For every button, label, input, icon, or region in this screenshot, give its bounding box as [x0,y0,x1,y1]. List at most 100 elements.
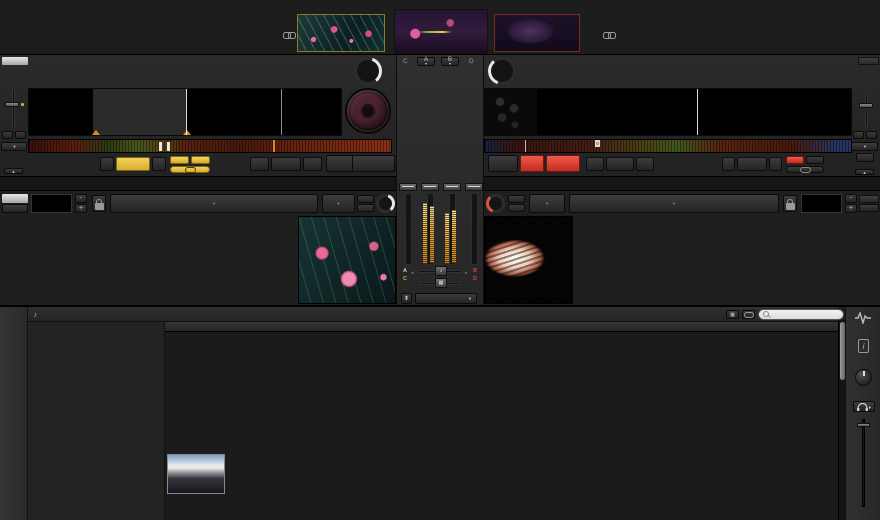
browser-title-bar: ♪ ▦ [28,307,838,322]
channel-a-fader-handle[interactable] [421,183,439,191]
deck-a-beat-skip-size[interactable] [271,157,301,171]
channel-b-fader-handle[interactable] [443,183,461,191]
sample-c-lock-button[interactable] [92,195,106,212]
sample-d-start-button[interactable] [508,195,525,203]
sample-d-slot-grid [574,216,880,304]
preview-volume-track[interactable] [862,419,865,507]
channel-d-fader-handle[interactable] [465,183,483,191]
deck-a-zoom-level-dropdown[interactable]: ▼ [1,142,27,151]
deck-a-overview-stripe[interactable] [28,139,392,153]
blend-settings-icon[interactable]: ⬍ [401,293,412,304]
deck-b-beat-skip-back-button[interactable] [586,157,604,171]
deck-b-pitch-slider-track[interactable] [865,93,868,127]
sample-d-master-button[interactable] [859,195,879,203]
deck-b-letter [488,57,516,85]
deck-b-overview-stripe[interactable]: 0 [484,139,852,153]
xfade-arrow-right: ▸ [465,270,468,276]
sample-c-deck-circle[interactable] [376,194,395,213]
sample-d-bank-dropdown[interactable]: ▼ [569,194,779,213]
headphone-cue-button[interactable] [853,401,875,412]
deck-a-album-art[interactable] [345,88,391,134]
deck-a-lock-tone-button[interactable]: ▲ [4,168,23,174]
channel-c-fader-handle[interactable] [399,183,417,191]
deck-a-loop-bigger-button[interactable] [152,157,166,171]
browser: ♪ ▦ i [0,305,880,520]
deck-b-loop-smaller-button[interactable] [722,157,735,171]
channel-a-vu-meter [423,203,427,263]
deck-a-zoom-out-button[interactable] [2,131,13,139]
deck-b-zoom-out-button[interactable] [853,131,864,139]
deck-b-view-mode[interactable] [856,153,874,162]
info-icon[interactable]: i [858,339,869,353]
preview-volume-handle[interactable] [857,423,870,427]
deck-b-play-button[interactable] [520,155,544,172]
deck-b-loop-out-button[interactable] [806,156,824,164]
crossfader-video-handle[interactable]: ▦ [435,278,447,288]
deck-b-pitch-slider-handle[interactable] [859,103,873,108]
sample-c-bank-dropdown[interactable]: ▼ [110,194,318,213]
sample-d-lock-button[interactable] [783,195,797,212]
sample-c-bpm-minus[interactable]: - [75,194,87,203]
video-thumbnail-deck-b[interactable] [494,14,580,52]
sample-d-deck-circle[interactable] [486,194,505,213]
sample-c-start-button[interactable] [357,195,374,203]
video-thumbnail-deck-a[interactable] [297,14,385,52]
deck-a-loop-out-button[interactable] [191,156,210,164]
sample-d-bpm-plus[interactable]: + [845,204,857,213]
deck-b-beat-skip-size[interactable] [606,157,634,171]
deck-a-pitch-slider-handle[interactable] [5,102,19,107]
browser-scrollbar[interactable] [838,320,845,520]
analyze-icon[interactable] [855,312,871,324]
deck-b-cue-button[interactable] [488,155,518,172]
deck-b-cue-row [484,176,880,190]
stripe-marker [159,142,162,151]
deck-a-beat-skip-fwd-button[interactable] [303,157,322,171]
deck-b-autoloop-display[interactable] [737,157,767,171]
channel-d-fader-track[interactable] [471,193,478,265]
search-input[interactable] [758,309,844,320]
channel-c-fader-track[interactable] [405,193,412,265]
sample-d-bpm-minus[interactable]: - [845,194,857,203]
sample-c-master-button[interactable] [2,194,28,203]
deck-a-beat-skip-back-button[interactable] [250,157,269,171]
preview-knob[interactable] [855,369,872,386]
deck-a-autoloop-display[interactable] [116,157,150,171]
deck-a-loop-active-button[interactable] [170,166,210,173]
deck-a-pitch-slider-track[interactable] [12,90,15,128]
sample-c-bpm-display[interactable] [31,194,72,213]
xfade-a-label: A [403,268,407,274]
deck-b-zoom-in-button[interactable] [866,131,877,139]
sample-c-stop-button[interactable] [357,204,374,212]
chevron-down-icon: ▼ [212,201,216,206]
deck-b-jog[interactable] [488,57,516,85]
video-thumbnail-output[interactable] [394,9,488,54]
deck-a-jog[interactable] [354,57,382,85]
browser-loop-filter-button[interactable] [742,310,755,319]
deck-b-lock-tone-button[interactable]: ▲ [855,169,874,175]
deck-b-zoom-level-dropdown[interactable]: ▼ [851,142,878,151]
crossfader-audio-handle[interactable]: ♪ [435,266,447,276]
sample-c-bpm-plus[interactable]: + [75,204,87,213]
deck-a-loop-smaller-button[interactable] [100,157,114,171]
deck-b-loop-in-button[interactable] [786,156,804,164]
deck-b-waveform[interactable] [536,88,852,136]
deck-a-loop-in-button[interactable] [170,156,189,164]
sample-d-stop-button[interactable] [508,204,525,212]
deck-a-zoom-in-button[interactable] [15,131,26,139]
track-table [165,322,838,520]
deck-b-sync-button[interactable] [546,155,580,172]
sample-c-layout-dropdown[interactable]: ▼ [322,194,355,213]
browser-view-toggle-button[interactable]: ▦ [726,310,739,319]
sample-d-letter [486,194,505,213]
deck-b-loop-active-button[interactable] [786,166,824,173]
deck-b-beat-skip-fwd-button[interactable] [636,157,654,171]
video-blend-mode-dropdown[interactable]: ▼ [415,293,477,304]
sample-d-bpm-display[interactable] [801,194,842,213]
sample-d-sync-button[interactable] [859,204,879,212]
deck-b-loop-bigger-button[interactable] [769,157,782,171]
sample-d-layout-dropdown[interactable]: ▼ [529,194,565,213]
sample-c-sync-button[interactable] [2,204,28,213]
deck-b-album-art[interactable] [484,88,536,136]
deck-a-sync-button[interactable] [352,155,395,172]
deck-a-waveform[interactable] [28,88,342,136]
